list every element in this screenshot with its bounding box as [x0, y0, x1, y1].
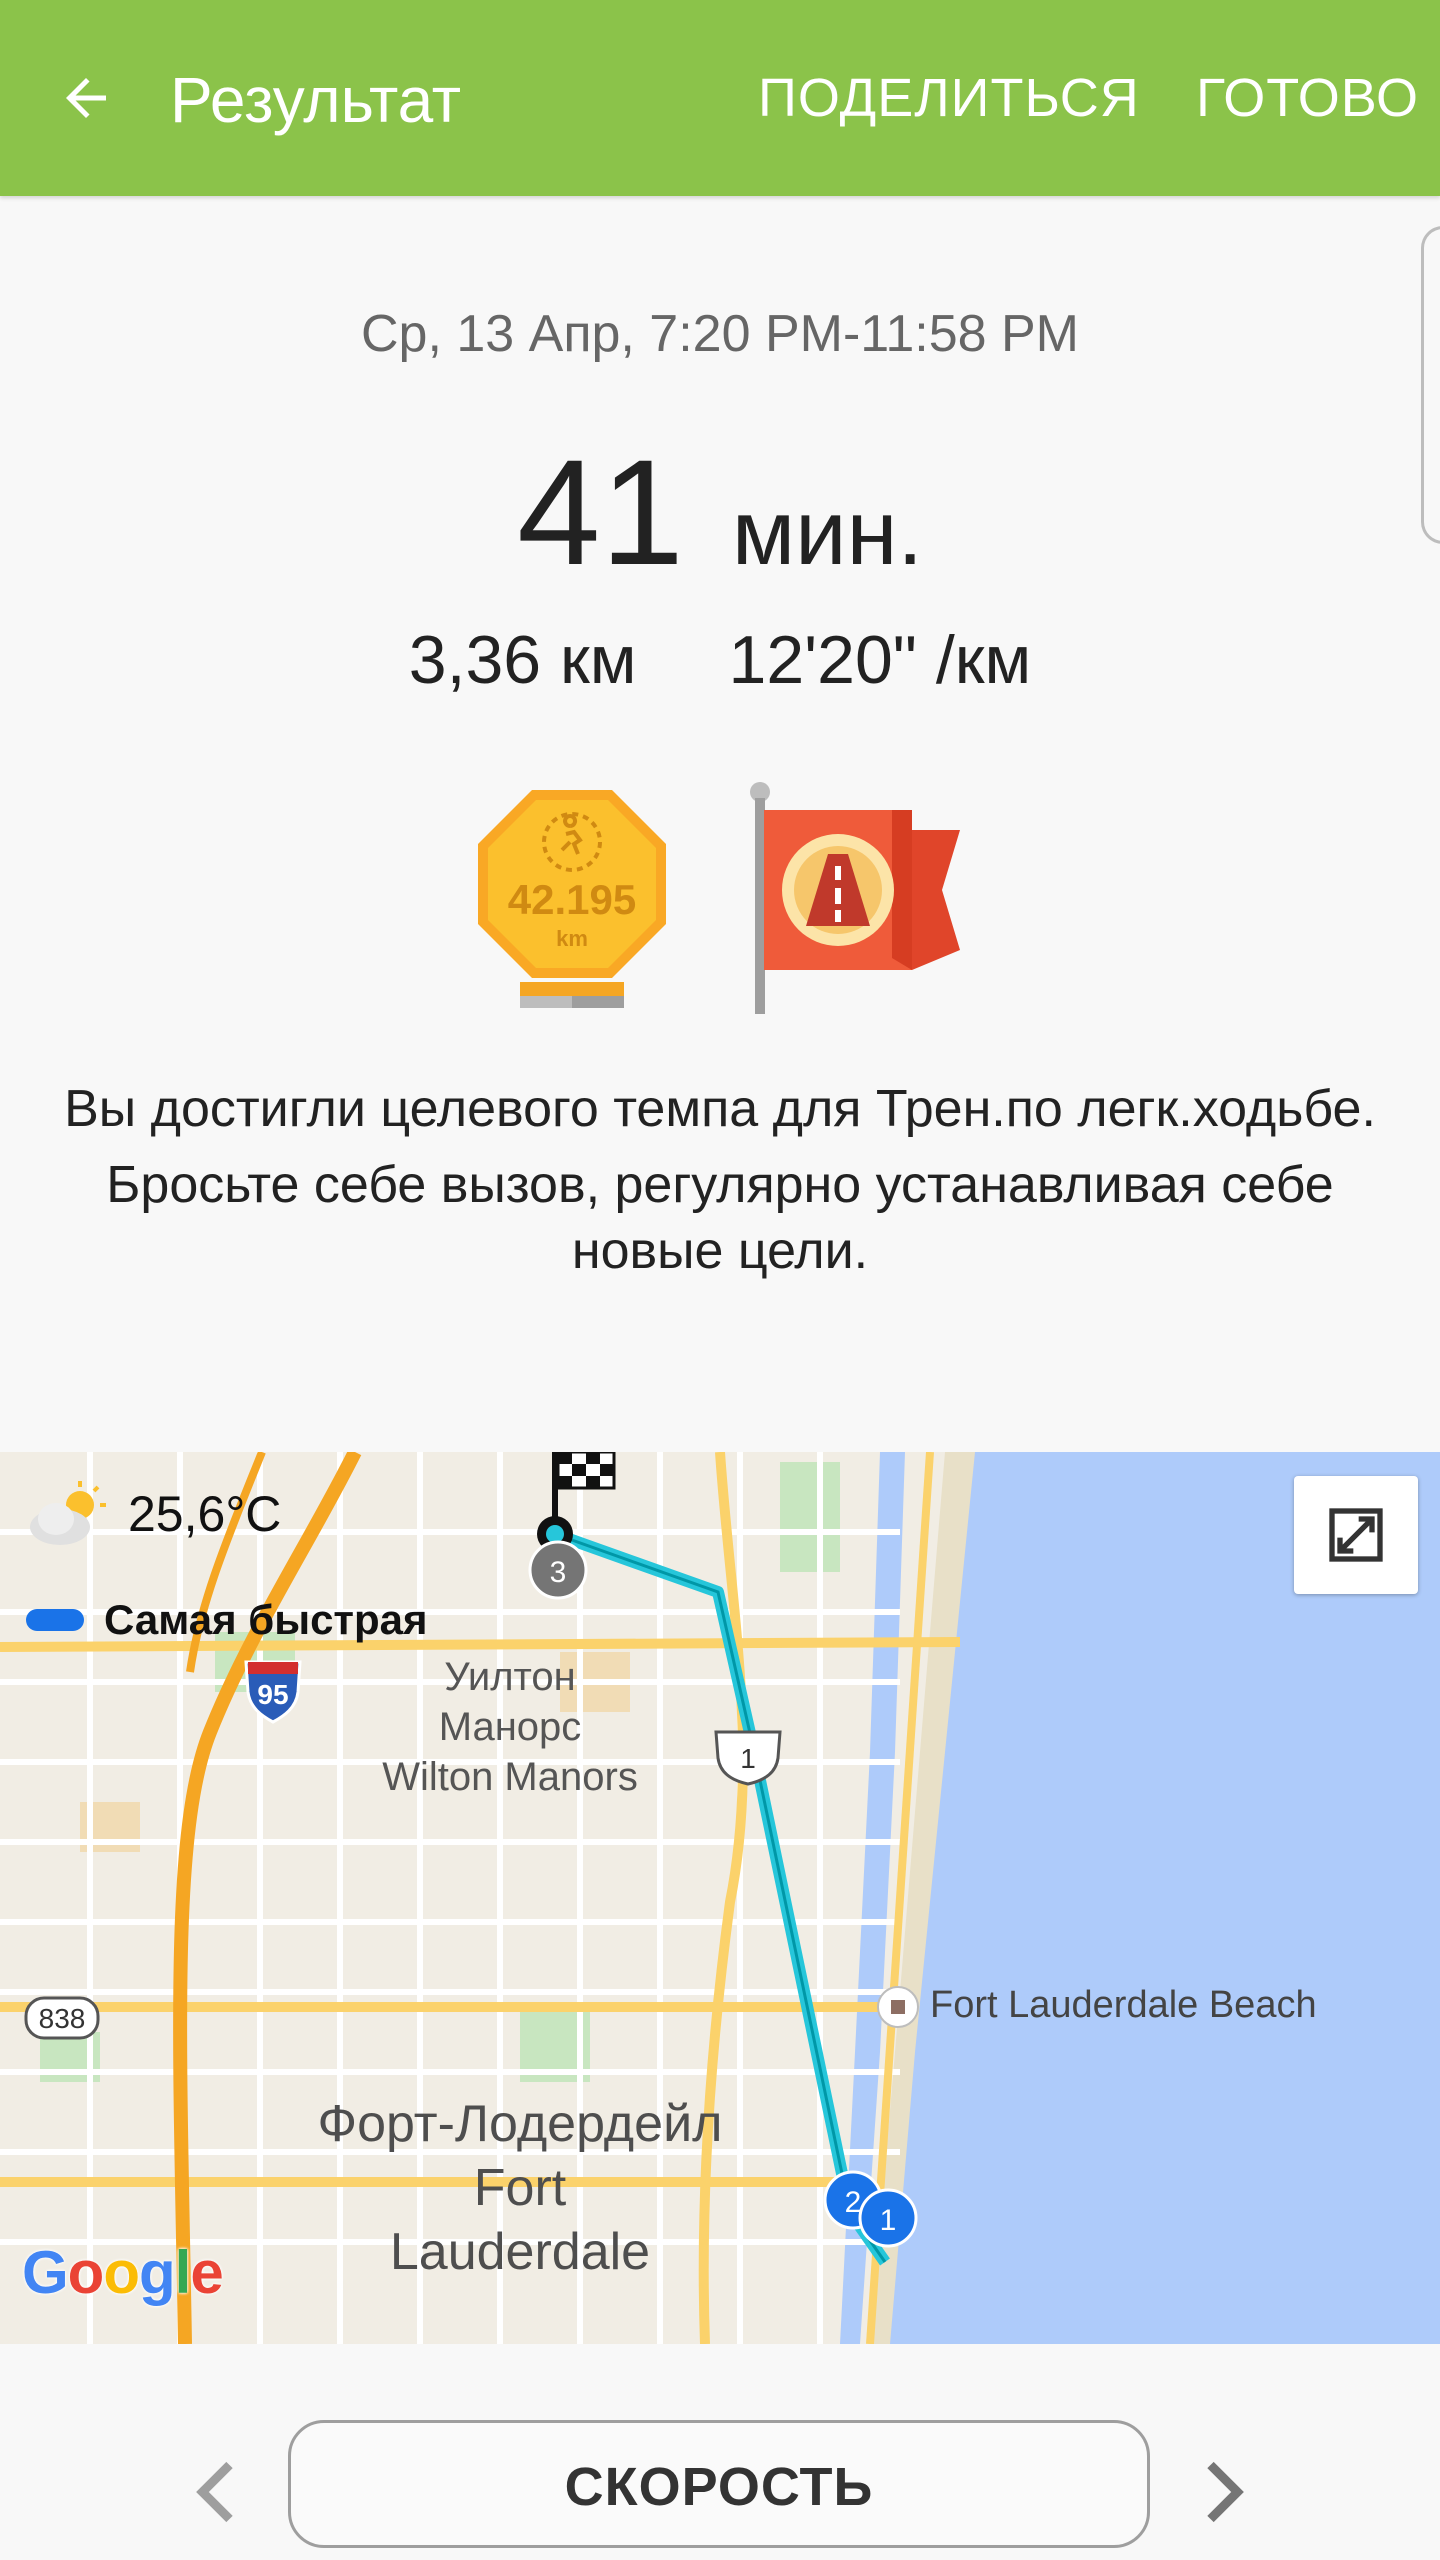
- duration-value: 41: [517, 428, 684, 596]
- google-logo: Google: [22, 2239, 224, 2306]
- map-marker-1: 1: [858, 2188, 918, 2248]
- pace-value: 12'20" /км: [728, 622, 1032, 698]
- map-marker-3: 3: [528, 1540, 588, 1600]
- app-bar: Результат ПОДЕЛИТЬСЯ ГОТОВО: [0, 0, 1440, 196]
- legend-swatch: [26, 1609, 84, 1631]
- map-label-fort-lauderdale: Форт-Лодердейл Fort Lauderdale: [317, 2095, 723, 2281]
- map-label-wilton-manors: Уилтон Манорс Wilton Manors: [382, 1655, 638, 1799]
- previous-metric-button[interactable]: [176, 2452, 256, 2532]
- svg-text:95: 95: [257, 1679, 288, 1710]
- route-838-shield-icon: 838: [24, 1996, 100, 2040]
- us-1-shield-icon: 1: [714, 1730, 782, 1786]
- back-arrow-icon[interactable]: [48, 60, 124, 136]
- duration-unit: мин.: [731, 482, 923, 584]
- achievement-message: Вы достигли целевого темпа для Трен.по л…: [40, 1076, 1400, 1284]
- workout-date: Ср, 13 Апр, 7:20 PM-11:58 PM: [361, 305, 1079, 363]
- workout-duration: 41 мин.: [0, 432, 1440, 640]
- svg-text:1: 1: [740, 1743, 756, 1774]
- next-metric-button[interactable]: [1184, 2452, 1264, 2532]
- weather-temperature: 25,6°C: [128, 1486, 282, 1542]
- metric-switcher: СКОРОСТЬ: [0, 2344, 1440, 2560]
- legend-label: Самая быстрая: [104, 1596, 428, 1643]
- achievement-badges: 42.195 km: [0, 780, 1440, 1020]
- route-map[interactable]: 3 2 1 95 1 838 25,6°C Самая быстрая Уилт…: [0, 1452, 1440, 2344]
- marathon-badge-icon[interactable]: 42.195 km: [474, 786, 670, 1016]
- svg-text:1: 1: [880, 2204, 897, 2237]
- poi-label-beach: Fort Lauderdale Beach: [930, 1984, 1317, 2026]
- share-button[interactable]: ПОДЕЛИТЬСЯ: [758, 66, 1140, 130]
- marathon-badge-unit: km: [556, 926, 588, 951]
- workout-stats: 3,36 км 12'20" /км: [0, 620, 1440, 700]
- distance-value: 3,36 км: [408, 622, 637, 698]
- done-button[interactable]: ГОТОВО: [1196, 66, 1419, 130]
- metric-button[interactable]: СКОРОСТЬ: [288, 2420, 1150, 2548]
- partly-cloudy-icon: [30, 1481, 106, 1545]
- expand-map-button[interactable]: [1294, 1476, 1418, 1594]
- chevron-left-icon: [196, 2461, 233, 2523]
- marathon-badge-value: 42.195: [508, 876, 636, 923]
- message-line-2: Бросьте себе вызов, регулярно устанавлив…: [106, 1156, 1334, 1280]
- svg-text:3: 3: [550, 1556, 567, 1589]
- page-title: Результат: [170, 64, 462, 136]
- route-legend: Самая быстрая: [26, 1596, 428, 1644]
- weather-info: 25,6°C: [26, 1474, 281, 1554]
- chevron-right-icon: [1207, 2461, 1244, 2523]
- expand-icon: [1329, 1508, 1383, 1562]
- interstate-95-shield-icon: 95: [244, 1660, 302, 1724]
- road-flag-badge-icon[interactable]: [742, 780, 972, 1020]
- svg-text:838: 838: [39, 2003, 86, 2034]
- message-line-1: Вы достигли целевого темпа для Трен.по л…: [64, 1080, 1376, 1138]
